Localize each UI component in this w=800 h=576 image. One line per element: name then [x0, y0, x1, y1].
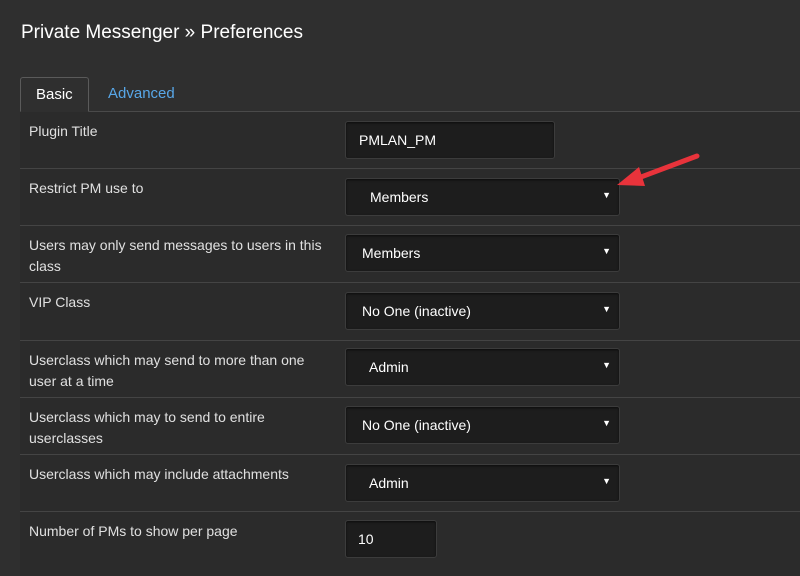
- pms-per-page-label: Number of PMs to show per page: [29, 523, 238, 539]
- entire-userclass-label: Userclass which may to send to entire us…: [29, 409, 265, 446]
- attachments-select[interactable]: Admin ▼: [345, 464, 620, 502]
- send-class-label: Users may only send messages to users in…: [29, 237, 322, 274]
- entire-userclass-select[interactable]: No One (inactive) ▼: [345, 406, 620, 444]
- tab-bar: Basic Advanced: [20, 77, 800, 112]
- table-row: Userclass which may include attachments …: [20, 455, 800, 512]
- multi-send-value: Admin: [369, 359, 409, 375]
- table-row: Userclass which may send to more than on…: [20, 341, 800, 398]
- vip-class-select[interactable]: No One (inactive) ▼: [345, 292, 620, 330]
- caret-down-icon: ▼: [602, 304, 611, 314]
- attachments-label: Userclass which may include attachments: [29, 466, 289, 482]
- vip-class-value: No One (inactive): [362, 303, 471, 319]
- plugin-title-value: PMLAN_PM: [359, 132, 437, 148]
- restrict-pm-label: Restrict PM use to: [29, 180, 144, 196]
- attachments-value: Admin: [369, 475, 409, 491]
- plugin-title-label: Plugin Title: [29, 123, 98, 139]
- pms-per-page-input[interactable]: 10: [345, 520, 437, 558]
- table-row: Users may only send messages to users in…: [20, 226, 800, 283]
- send-class-select[interactable]: Members ▼: [345, 234, 620, 272]
- pms-per-page-value: 10: [358, 531, 374, 547]
- red-arrow-icon: [617, 153, 700, 186]
- restrict-pm-select[interactable]: Members ▼: [345, 178, 620, 216]
- caret-down-icon: ▼: [602, 360, 611, 370]
- tab-advanced[interactable]: Advanced: [93, 77, 190, 111]
- table-row: VIP Class No One (inactive) ▼: [20, 283, 800, 341]
- multi-send-label: Userclass which may send to more than on…: [29, 352, 305, 389]
- page-title: Private Messenger » Preferences: [21, 22, 303, 43]
- table-row: Userclass which may to send to entire us…: [20, 398, 800, 455]
- caret-down-icon: ▼: [602, 190, 611, 200]
- entire-userclass-value: No One (inactive): [362, 417, 471, 433]
- tab-basic[interactable]: Basic: [20, 77, 89, 112]
- caret-down-icon: ▼: [602, 476, 611, 486]
- plugin-title-input[interactable]: PMLAN_PM: [345, 121, 555, 159]
- table-row: Number of PMs to show per page 10: [20, 512, 800, 576]
- multi-send-select[interactable]: Admin ▼: [345, 348, 620, 386]
- restrict-pm-value: Members: [370, 189, 429, 205]
- vip-class-label: VIP Class: [29, 294, 91, 310]
- caret-down-icon: ▼: [602, 246, 611, 256]
- caret-down-icon: ▼: [602, 418, 611, 428]
- send-class-value: Members: [362, 245, 421, 261]
